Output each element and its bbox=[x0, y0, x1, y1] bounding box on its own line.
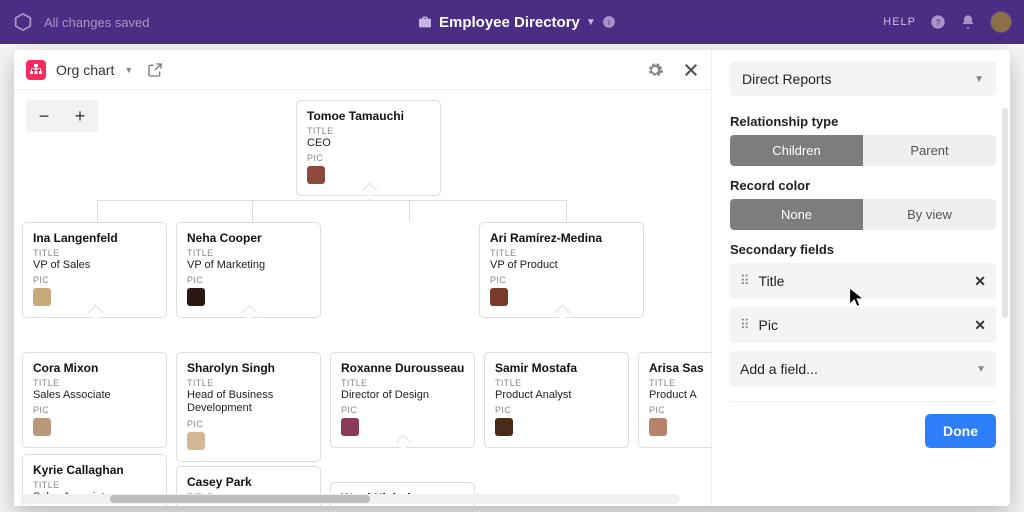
org-chart-modal: Org chart ▼ − + Tomoe Tamauchi TITLE bbox=[14, 50, 1010, 506]
gear-icon[interactable] bbox=[646, 61, 664, 79]
connector bbox=[566, 200, 567, 222]
topbar: All changes saved Employee Directory ▼ i… bbox=[0, 0, 1024, 44]
org-node[interactable]: Sharolyn Singh TITLE Head of Business De… bbox=[176, 352, 321, 462]
bell-icon[interactable] bbox=[960, 14, 976, 30]
node-title: CEO bbox=[307, 137, 430, 149]
topbar-center[interactable]: Employee Directory ▼ i bbox=[160, 14, 874, 31]
node-pic bbox=[341, 418, 359, 436]
done-button[interactable]: Done bbox=[925, 414, 996, 448]
org-node[interactable]: Roxanne Durousseau TITLE Director of Des… bbox=[330, 352, 475, 448]
connector bbox=[97, 200, 567, 201]
node-name: Ina Langenfeld bbox=[33, 231, 156, 245]
collapse-toggle[interactable] bbox=[242, 313, 256, 323]
svg-text:?: ? bbox=[936, 17, 941, 27]
cursor-pointer-icon bbox=[846, 286, 868, 308]
zoom-in-button[interactable]: + bbox=[62, 100, 98, 132]
chevron-down-icon: ▼ bbox=[976, 364, 986, 375]
secondary-field-row[interactable]: ⠿ Pic ✕ bbox=[730, 307, 996, 343]
org-chart-canvas[interactable]: − + Tomoe Tamauchi TITLE CEO PIC Ina Lan bbox=[14, 90, 712, 506]
node-pic bbox=[649, 418, 667, 436]
node-pic bbox=[187, 432, 205, 450]
scroll-thumb[interactable] bbox=[110, 495, 370, 503]
help-link[interactable]: HELP bbox=[883, 16, 916, 28]
collapse-toggle[interactable] bbox=[555, 313, 569, 323]
toggle-color-byview[interactable]: By view bbox=[863, 199, 996, 230]
secondary-fields-label: Secondary fields bbox=[730, 242, 996, 257]
config-sidepanel: Direct Reports ▼ Relationship type Child… bbox=[712, 50, 1010, 506]
org-node[interactable]: Samir Mostafa TITLE Product Analyst PIC bbox=[484, 352, 629, 448]
record-color-label: Record color bbox=[730, 178, 996, 193]
avatar[interactable] bbox=[990, 11, 1012, 33]
collapse-toggle[interactable] bbox=[362, 191, 376, 201]
relationship-type-toggle: Children Parent bbox=[730, 135, 996, 166]
briefcase-icon bbox=[417, 14, 433, 30]
drag-handle-icon[interactable]: ⠿ bbox=[740, 317, 749, 333]
zoom-out-button[interactable]: − bbox=[26, 100, 62, 132]
node-pic bbox=[495, 418, 513, 436]
node-pic bbox=[33, 288, 51, 306]
org-node[interactable]: Ina Langenfeld TITLE VP of Sales PIC bbox=[22, 222, 167, 318]
view-name[interactable]: Org chart bbox=[56, 62, 114, 78]
field-label: PIC bbox=[307, 153, 430, 163]
close-icon[interactable] bbox=[682, 61, 700, 79]
collapse-toggle[interactable] bbox=[88, 313, 102, 323]
save-status: All changes saved bbox=[44, 15, 150, 30]
separator bbox=[730, 401, 996, 402]
connector bbox=[252, 200, 253, 222]
modal-left: Org chart ▼ − + Tomoe Tamauchi TITLE bbox=[14, 50, 712, 506]
node-pic bbox=[33, 418, 51, 436]
node-pic bbox=[307, 166, 325, 184]
add-field-dropdown[interactable]: Add a field... ▼ bbox=[730, 351, 996, 387]
base-title: Employee Directory bbox=[439, 14, 580, 31]
node-pic bbox=[490, 288, 508, 306]
info-icon: i bbox=[602, 15, 616, 29]
toggle-parent[interactable]: Parent bbox=[863, 135, 996, 166]
org-node[interactable]: Cora Mixon TITLE Sales Associate PIC bbox=[22, 352, 167, 448]
org-node[interactable]: Tomoe Tamauchi TITLE CEO PIC bbox=[296, 100, 441, 196]
orgchart-icon bbox=[26, 60, 46, 80]
org-node[interactable]: Ari Ramírez-Medina TITLE VP of Product P… bbox=[479, 222, 644, 318]
collapse-toggle[interactable] bbox=[396, 443, 410, 453]
drag-handle-icon[interactable]: ⠿ bbox=[740, 273, 749, 289]
toggle-color-none[interactable]: None bbox=[730, 199, 863, 230]
view-header: Org chart ▼ bbox=[14, 50, 712, 90]
remove-field-icon[interactable]: ✕ bbox=[974, 273, 986, 290]
node-name: Tomoe Tamauchi bbox=[307, 109, 430, 123]
field-label: TITLE bbox=[307, 126, 430, 136]
help-icon[interactable]: ? bbox=[930, 14, 946, 30]
relationship-field-dropdown[interactable]: Direct Reports ▼ bbox=[730, 62, 996, 96]
remove-field-icon[interactable]: ✕ bbox=[974, 317, 986, 334]
share-icon[interactable] bbox=[147, 62, 163, 78]
vertical-scrollbar[interactable] bbox=[1002, 108, 1008, 318]
cube-icon bbox=[12, 11, 34, 33]
org-node[interactable]: Neha Cooper TITLE VP of Marketing PIC bbox=[176, 222, 321, 318]
chevron-down-icon[interactable]: ▼ bbox=[124, 65, 133, 75]
svg-text:i: i bbox=[608, 18, 610, 27]
zoom-control: − + bbox=[26, 100, 98, 132]
org-node[interactable]: Arisa Sas TITLE Product A PIC bbox=[638, 352, 712, 448]
chevron-down-icon: ▼ bbox=[586, 17, 596, 28]
node-pic bbox=[187, 288, 205, 306]
chevron-down-icon: ▼ bbox=[974, 74, 984, 85]
connector bbox=[97, 200, 98, 222]
connector bbox=[409, 200, 410, 222]
record-color-toggle: None By view bbox=[730, 199, 996, 230]
toggle-children[interactable]: Children bbox=[730, 135, 863, 166]
relationship-type-label: Relationship type bbox=[730, 114, 996, 129]
horizontal-scrollbar[interactable] bbox=[20, 494, 680, 504]
topbar-right: HELP ? bbox=[883, 11, 1012, 33]
